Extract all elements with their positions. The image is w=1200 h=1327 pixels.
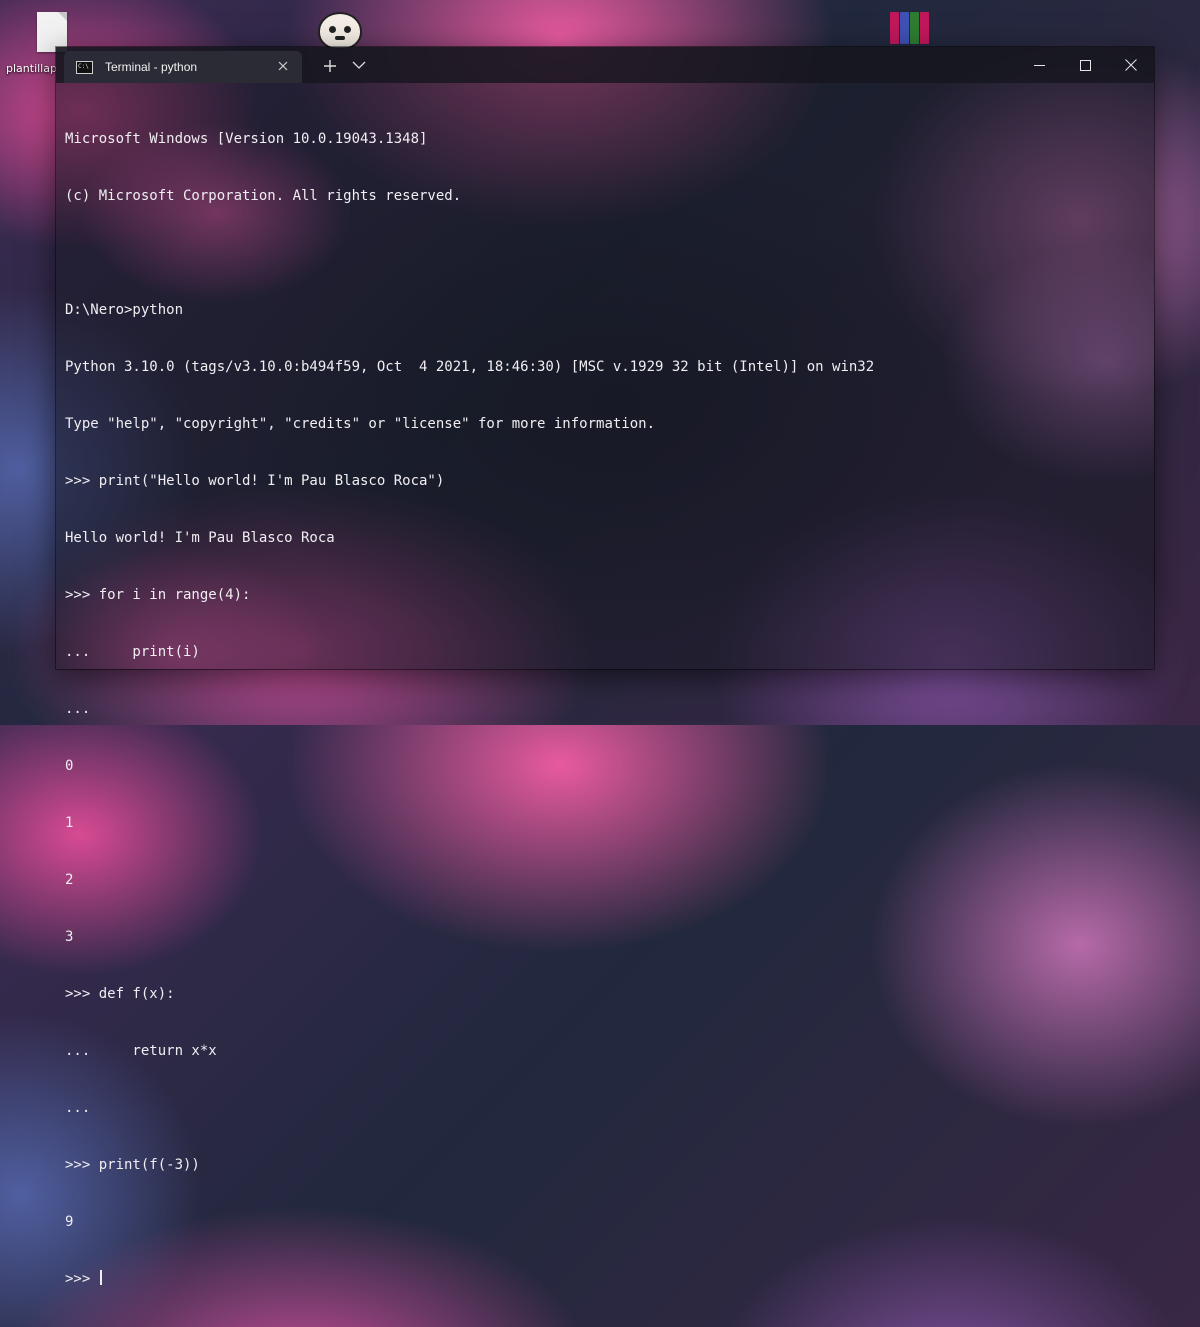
cmd-icon: C:\ [76,60,93,74]
maximize-button[interactable] [1062,47,1108,83]
window-caption-buttons [1016,47,1154,83]
terminal-line: D:\Nero>python [65,302,184,318]
minimize-button[interactable] [1016,47,1062,83]
terminal-line: Python 3.10.0 (tags/v3.10.0:b494f59, Oct… [65,359,875,375]
new-tab-button[interactable] [320,54,340,78]
terminal-line: ... [65,701,91,717]
terminal-line: >>> for i in range(4): [65,587,251,603]
terminal-line: Hello world! I'm Pau Blasco Roca [65,530,335,546]
terminal-line: ... print(i) [65,644,200,660]
desktop-winrar-shortcut[interactable] [890,12,929,44]
terminal-line: 3 [65,929,74,945]
title-bar[interactable]: C:\ Terminal - python [56,47,1154,83]
close-icon [278,61,288,71]
game-face-icon [318,12,362,50]
maximize-icon [1079,59,1091,71]
terminal-line: >>> print("Hello world! I'm Pau Blasco R… [65,473,445,489]
plus-icon [324,60,336,72]
close-icon [1125,59,1137,71]
file-icon [37,12,67,52]
terminal-line: ... [65,1100,91,1116]
input-line[interactable]: >>> [65,1270,1154,1289]
tab-terminal-python[interactable]: C:\ Terminal - python [64,51,302,83]
close-window-button[interactable] [1108,47,1154,83]
tab-title: Terminal - python [105,60,198,74]
desktop-game-shortcut[interactable] [318,12,362,50]
terminal-line: 0 [65,758,74,774]
terminal-line: (c) Microsoft Corporation. All rights re… [65,188,462,204]
terminal-output[interactable]: Microsoft Windows [Version 10.0.19043.13… [56,83,1154,1327]
terminal-window: C:\ Terminal - python Microsoft Windows … [56,47,1154,1287]
terminal-line: 2 [65,872,74,888]
python-prompt: >>> [65,1271,99,1287]
chevron-down-icon [352,61,366,69]
terminal-line: Type "help", "copyright", "credits" or "… [65,416,656,432]
terminal-line: >>> print(f(-3)) [65,1157,200,1173]
terminal-line: Microsoft Windows [Version 10.0.19043.13… [65,131,428,147]
terminal-line: 1 [65,815,74,831]
winrar-icon [890,12,929,44]
tab-close-button[interactable] [274,59,292,75]
tab-dropdown-button[interactable] [352,54,366,73]
text-cursor [99,1270,102,1285]
terminal-line: >>> def f(x): [65,986,175,1002]
terminal-line: ... return x*x [65,1043,217,1059]
terminal-line: 9 [65,1214,74,1230]
minimize-icon [1033,64,1045,66]
